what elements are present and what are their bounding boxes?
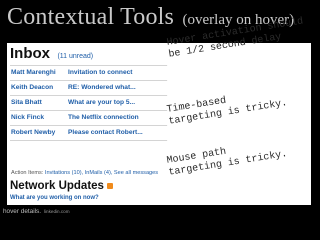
- table-row[interactable]: Nick Finck The Netflix connection: [10, 111, 168, 126]
- message-sender[interactable]: Sita Bhatt: [11, 99, 42, 106]
- table-row[interactable]: Keith Deacon RE: Wondered what...: [10, 81, 168, 96]
- table-row[interactable]: Matt Marenghi Invitation to connect: [10, 65, 168, 81]
- message-sender[interactable]: Robert Newby: [11, 129, 55, 136]
- action-items-label: Action Items:: [11, 170, 44, 176]
- action-items: Action Items: Invitations (10), InMails …: [11, 170, 158, 176]
- message-sender[interactable]: Keith Deacon: [11, 84, 53, 91]
- screenshot-panel: Inbox (11 unread) Matt Marenghi Invitati…: [7, 43, 311, 205]
- action-items-links[interactable]: Invitations (10), InMails (4), See all m…: [45, 170, 158, 176]
- rss-icon[interactable]: [106, 182, 113, 189]
- inbox-header: Inbox (11 unread): [10, 45, 93, 63]
- message-subject[interactable]: The Netflix connection: [68, 114, 168, 121]
- network-updates-title: Network Updates: [10, 180, 113, 192]
- network-updates-heading: Network Updates: [10, 180, 104, 192]
- footer-text: hover details.: [3, 208, 42, 215]
- message-subject[interactable]: What are your top 5...: [68, 99, 168, 106]
- message-subject[interactable]: Invitation to connect: [68, 69, 168, 76]
- inbox-title: Inbox: [10, 45, 50, 62]
- message-subject[interactable]: RE: Wondered what...: [68, 84, 168, 91]
- message-sender[interactable]: Matt Marenghi: [11, 69, 56, 76]
- table-row[interactable]: Sita Bhatt What are your top 5...: [10, 96, 168, 111]
- status-prompt[interactable]: What are you working on now?: [10, 195, 99, 201]
- message-subject[interactable]: Please contact Robert...: [68, 129, 168, 136]
- message-sender[interactable]: Nick Finck: [11, 114, 44, 121]
- footer-source: linkedin.com: [44, 209, 70, 214]
- table-row[interactable]: Robert Newby Please contact Robert...: [10, 126, 168, 141]
- slide-footer: hover details. linkedin.com: [3, 208, 70, 215]
- message-list: Matt Marenghi Invitation to connect Keit…: [10, 65, 168, 141]
- inbox-unread-count[interactable]: (11 unread): [57, 53, 93, 60]
- hover-overlay: [167, 53, 311, 203]
- slide-title-main: Contextual Tools: [7, 4, 175, 30]
